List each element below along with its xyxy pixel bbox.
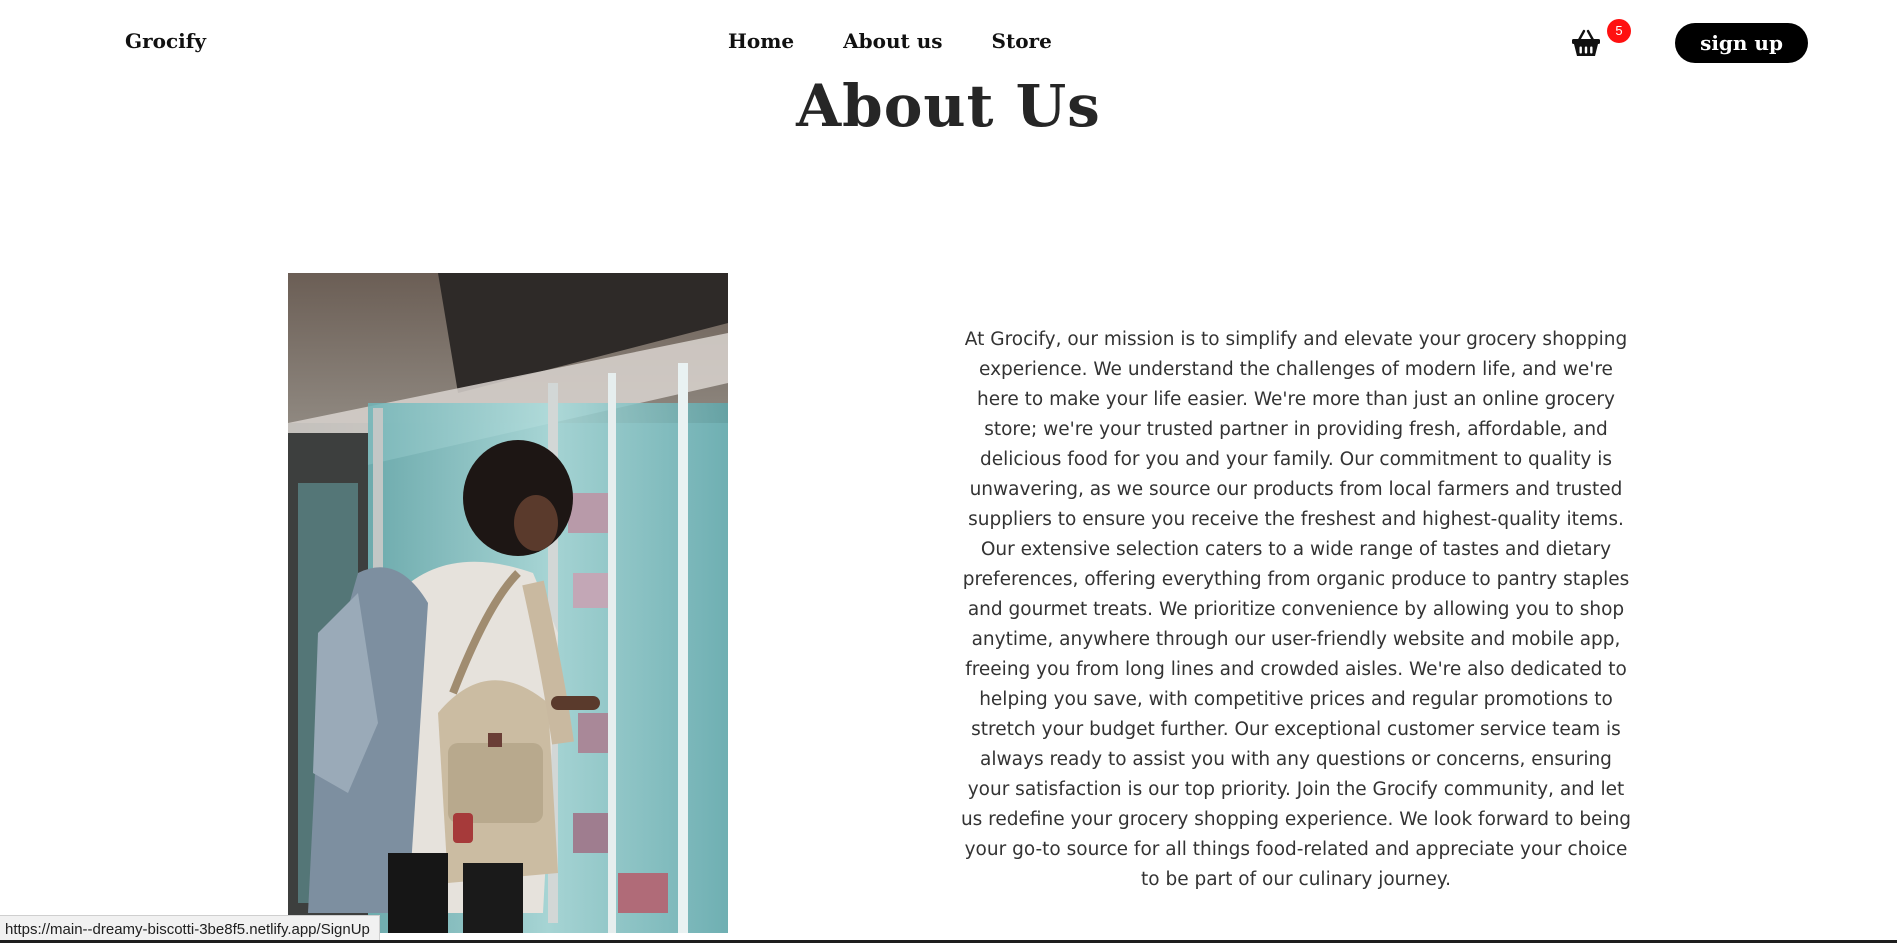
nav-link-home[interactable]: Home (728, 29, 794, 53)
nav-link-store[interactable]: Store (992, 29, 1052, 53)
shopper-photo (288, 273, 728, 933)
cart-count-badge: 5 (1607, 19, 1631, 43)
nav-links: Home About us Store (728, 29, 1052, 53)
sign-up-button[interactable]: sign up (1675, 23, 1808, 63)
brand-logo[interactable]: Grocify (125, 29, 206, 53)
about-paragraph: At Grocify, our mission is to simplify a… (960, 329, 1632, 890)
status-bar-url: https://main--dreamy-biscotti-3be8f5.net… (0, 915, 380, 943)
basket-icon-graphic (1572, 29, 1600, 56)
nav-link-about-us[interactable]: About us (843, 29, 942, 53)
page-title: About Us (796, 72, 1101, 140)
basket-icon[interactable] (1570, 27, 1602, 59)
page: Grocify Home About us Store 5 sign up Ab… (0, 0, 1897, 943)
